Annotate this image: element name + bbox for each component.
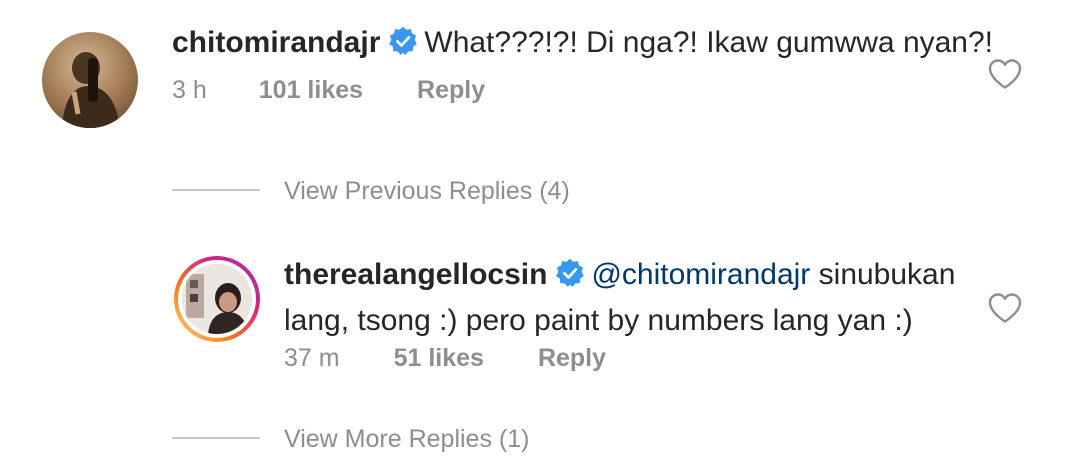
comment-body-2: therealangellocsin @chitomirandajr sinubu…	[284, 254, 964, 342]
comment-text-1: What???!?! Di nga?! Ikaw gumwwa nyan?!	[424, 26, 994, 59]
mention-link[interactable]: @chitomirandajr	[591, 258, 810, 291]
avatar-photo	[182, 264, 252, 334]
username-chitomirandajr[interactable]: chitomirandajr	[172, 26, 380, 59]
comment-meta-1: 3 h 101 likes Reply	[172, 76, 485, 105]
heart-outline-icon[interactable]	[987, 58, 1023, 95]
view-more-replies-button[interactable]: View More Replies (1)	[284, 425, 529, 454]
reply-button-2[interactable]: Reply	[538, 344, 606, 373]
comment-likes-1[interactable]: 101 likes	[259, 76, 363, 105]
comment-text-2-line1: sinubukan	[810, 258, 956, 291]
replies-divider-1	[172, 189, 260, 191]
comment-text-2-line2: lang, tsong :) pero paint by numbers lan…	[284, 304, 913, 337]
comment-likes-2[interactable]: 51 likes	[394, 344, 484, 373]
username-therealangellocsin[interactable]: therealangellocsin	[284, 258, 547, 291]
comment-time-1: 3 h	[172, 76, 207, 104]
view-previous-replies-button[interactable]: View Previous Replies (4)	[284, 177, 570, 206]
verified-badge-icon	[555, 258, 585, 300]
avatar-photo-illustration	[182, 264, 252, 334]
reply-button-1[interactable]: Reply	[417, 76, 485, 105]
avatar-chitomirandajr[interactable]	[42, 32, 138, 128]
avatar-photo-illustration	[62, 52, 120, 128]
comment-meta-2: 37 m 51 likes Reply	[284, 344, 606, 373]
comment-body-1: chitomirandajr What???!?! Di nga?! Ikaw g…	[172, 22, 993, 68]
comment-time-2: 37 m	[284, 344, 340, 372]
avatar-therealangellocsin-story-ring[interactable]	[174, 256, 260, 342]
replies-divider-2	[172, 437, 260, 439]
verified-badge-icon	[388, 26, 418, 68]
heart-outline-icon[interactable]	[987, 292, 1023, 329]
